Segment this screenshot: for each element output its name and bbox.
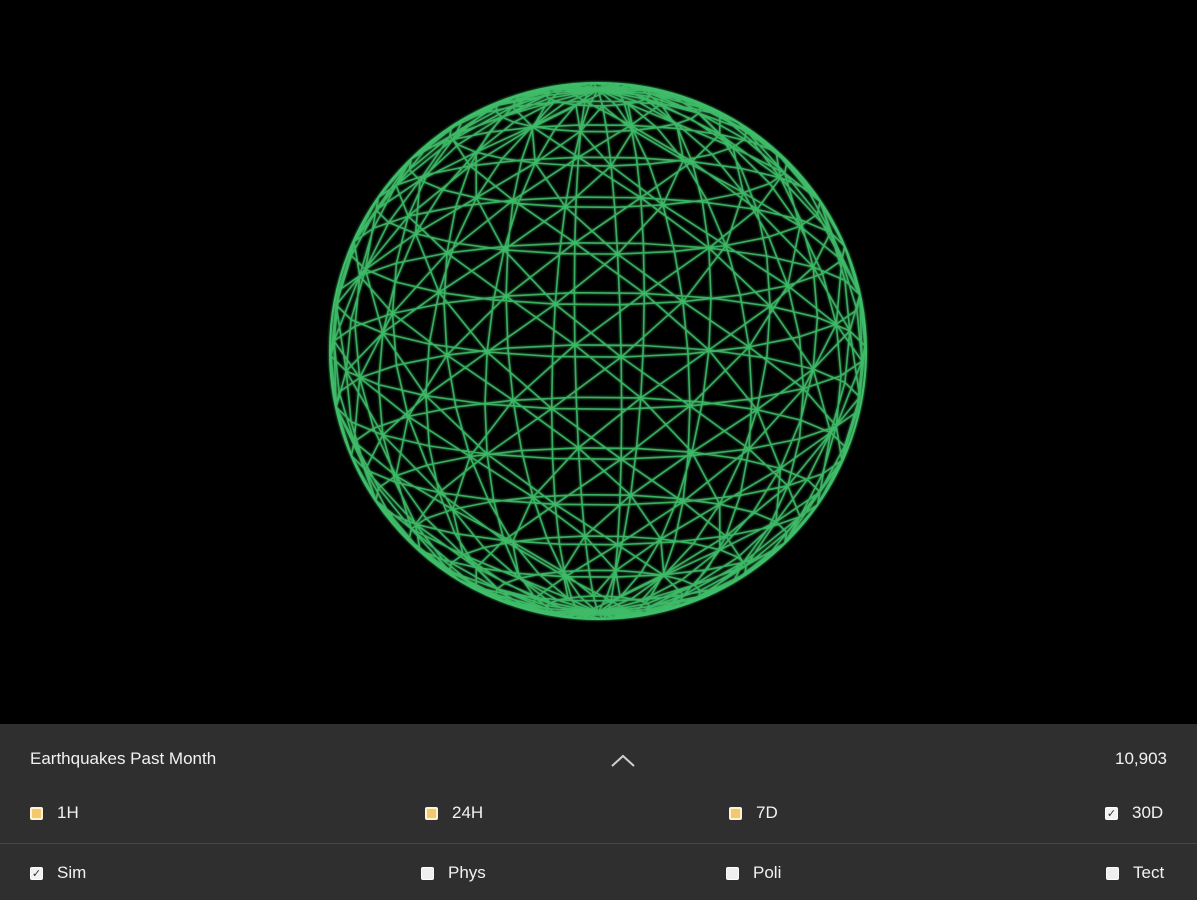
checkmark-icon: ✓	[1105, 806, 1118, 820]
filter-7d-checkbox[interactable]: 7D	[729, 803, 778, 823]
style-poli-label: Poli	[753, 863, 782, 882]
filter-1h-label: 1H	[57, 803, 79, 822]
panel-header: Earthquakes Past Month 10,903	[0, 724, 1197, 794]
time-filter-row: 1H 24H 7D ✓ 30D	[0, 794, 1197, 834]
globe-viewport[interactable]	[0, 0, 1197, 724]
style-phys-checkbox[interactable]: Phys	[421, 863, 486, 883]
filter-24h-checkbox[interactable]: 24H	[425, 803, 483, 823]
checkbox-icon	[421, 866, 434, 880]
globe-wireframe-lines	[329, 82, 867, 620]
checkmark-icon: ✓	[30, 866, 43, 880]
earthquake-count: 10,903	[1115, 749, 1167, 768]
style-tect-label: Tect	[1133, 863, 1165, 882]
panel-divider	[0, 843, 1197, 844]
filter-30d-checkbox[interactable]: ✓ 30D	[1105, 803, 1163, 823]
filter-30d-label: 30D	[1132, 803, 1164, 822]
earthquake-control-panel: Earthquakes Past Month 10,903 1H 24H 7D …	[0, 724, 1197, 900]
style-sim-label: Sim	[57, 863, 87, 882]
globe-mesh	[330, 82, 866, 620]
filter-7d-label: 7D	[756, 803, 778, 822]
checkbox-icon	[1106, 866, 1119, 880]
checkbox-icon	[425, 806, 438, 820]
filter-1h-checkbox[interactable]: 1H	[30, 803, 79, 823]
style-sim-checkbox[interactable]: ✓ Sim	[30, 863, 86, 883]
style-tect-checkbox[interactable]: Tect	[1106, 863, 1164, 883]
map-style-row: ✓ Sim Phys Poli Tect	[0, 854, 1197, 894]
filter-24h-label: 24H	[452, 803, 484, 822]
chevron-up-icon[interactable]	[608, 750, 638, 770]
checkbox-icon	[30, 806, 43, 820]
checkbox-icon	[726, 866, 739, 880]
checkbox-icon	[729, 806, 742, 820]
style-phys-label: Phys	[448, 863, 486, 882]
style-poli-checkbox[interactable]: Poli	[726, 863, 781, 883]
panel-title: Earthquakes Past Month	[30, 749, 217, 768]
wireframe-globe[interactable]	[0, 0, 1197, 724]
